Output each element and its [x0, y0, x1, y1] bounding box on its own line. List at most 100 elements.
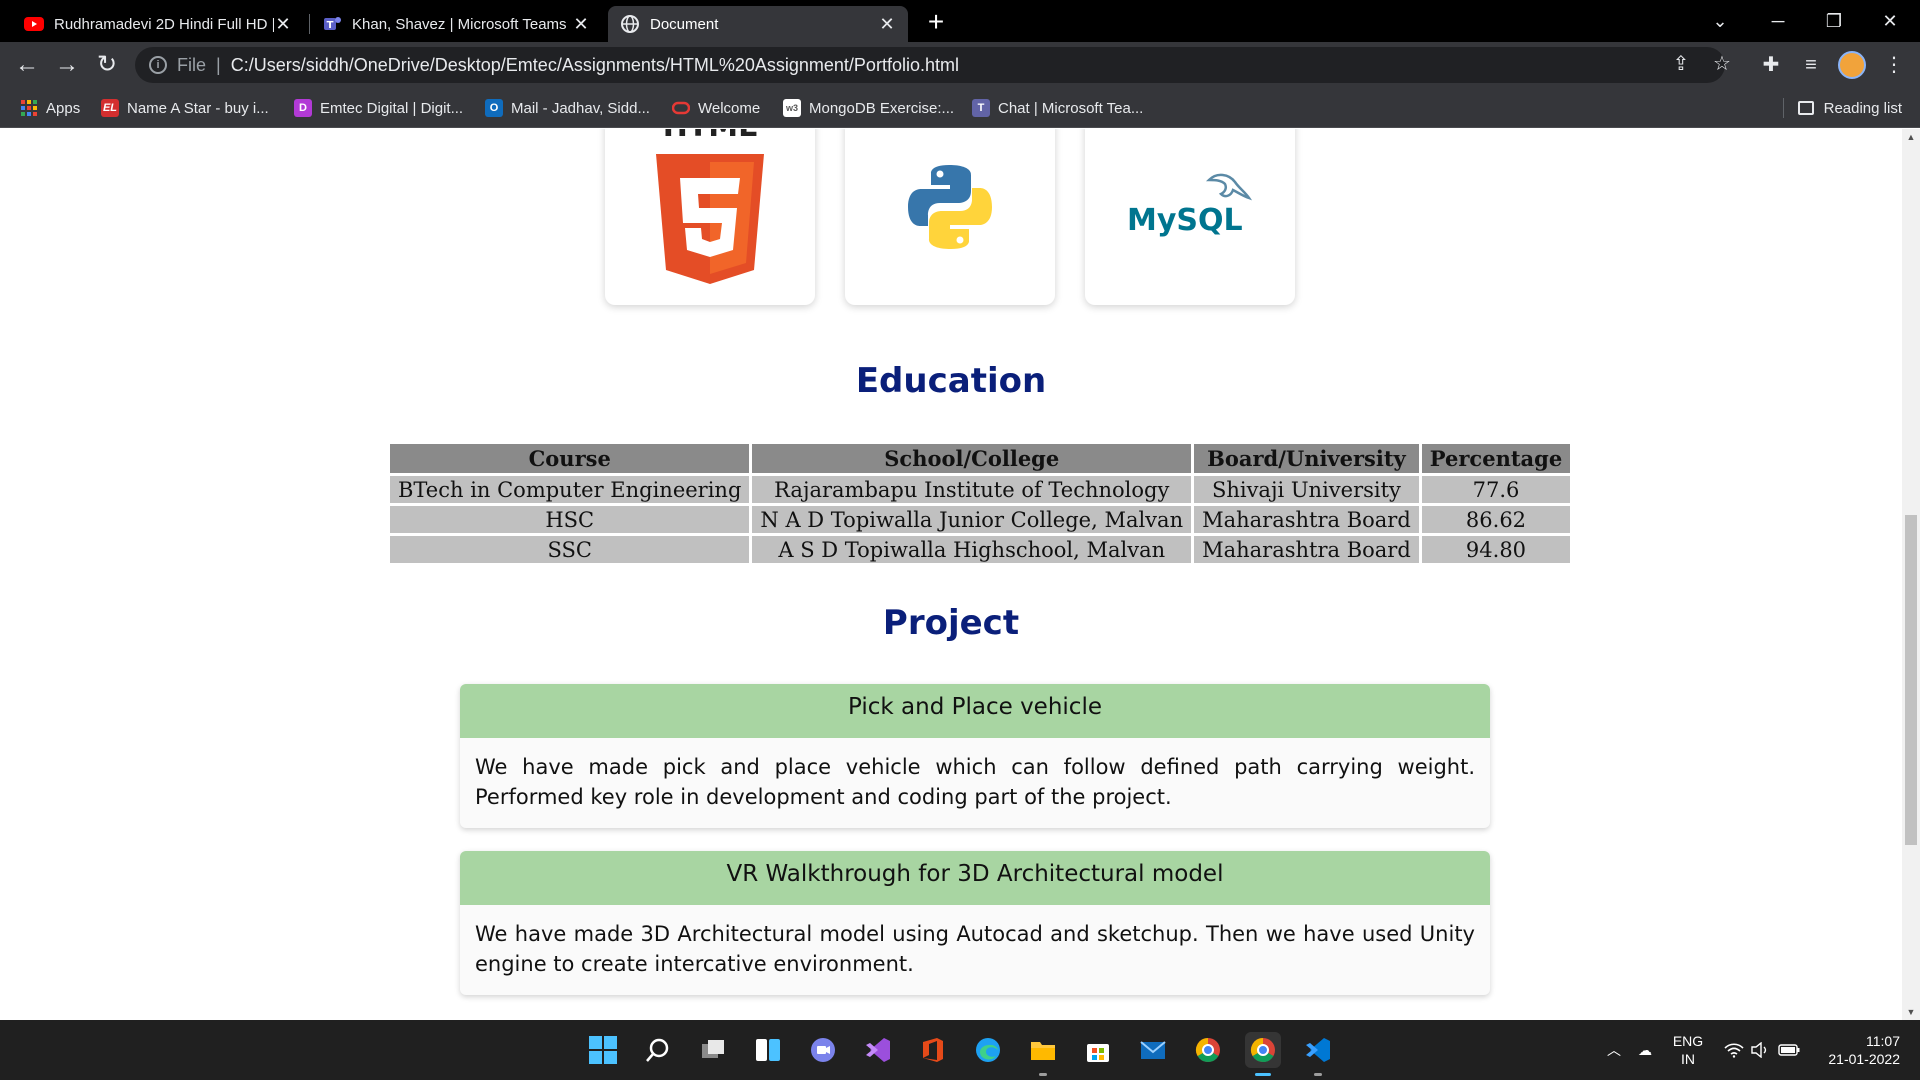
profile-avatar[interactable] — [1838, 51, 1866, 79]
volume-icon[interactable] — [1748, 1020, 1772, 1080]
emtec-icon: D — [294, 99, 312, 117]
table-cell: SSC — [390, 536, 750, 563]
language-region: IN — [1681, 1051, 1695, 1067]
tray-chevron-icon[interactable]: ︿ — [1602, 1020, 1626, 1080]
mail-icon[interactable] — [1135, 1032, 1171, 1068]
page-scrollbar[interactable]: ▲ ▼ — [1902, 129, 1920, 1020]
microsoft-store-icon[interactable] — [1080, 1032, 1116, 1068]
wifi-icon[interactable] — [1722, 1020, 1746, 1080]
battery-icon[interactable] — [1776, 1020, 1802, 1080]
table-row: BTech in Computer Engineering Rajarambap… — [390, 476, 1571, 503]
bookmark-star-icon[interactable]: ☆ — [1708, 50, 1736, 78]
education-table: Course School/College Board/University P… — [387, 441, 1573, 566]
el-icon: EL — [101, 99, 119, 117]
table-cell: Maharashtra Board — [1194, 536, 1419, 563]
info-icon[interactable]: i — [149, 56, 167, 74]
scroll-down-icon[interactable]: ▼ — [1906, 1007, 1916, 1017]
reload-icon[interactable]: ↻ — [90, 48, 124, 82]
back-icon[interactable]: ← — [10, 48, 44, 82]
office-icon[interactable] — [915, 1032, 951, 1068]
skill-card-mysql: MySQL — [1085, 129, 1295, 305]
scroll-up-icon[interactable]: ▲ — [1906, 132, 1916, 142]
teams-icon: T — [972, 99, 990, 117]
minimize-icon[interactable]: ─ — [1750, 0, 1806, 42]
scrollbar-thumb[interactable] — [1905, 515, 1917, 845]
close-tab-icon[interactable]: ✕ — [274, 14, 292, 35]
address-bar[interactable]: i File | C:/Users/siddh/OneDrive/Desktop… — [135, 47, 1725, 83]
close-window-icon[interactable]: ✕ — [1862, 0, 1918, 42]
skill-card-html: HTML — [605, 129, 815, 305]
bookmark-label: Welcome — [698, 99, 761, 117]
menu-kebab-icon[interactable]: ⋮ — [1879, 50, 1909, 80]
oracle-icon — [672, 99, 690, 117]
youtube-icon — [24, 14, 44, 34]
tab-youtube[interactable]: Rudhramadevi 2D Hindi Full HD | ✕ — [12, 6, 304, 42]
bookmark-welcome[interactable]: Welcome — [672, 96, 760, 120]
html5-logo: HTML — [656, 129, 764, 284]
windows-start-icon[interactable] — [585, 1032, 621, 1068]
url-text[interactable]: C:/Users/siddh/OneDrive/Desktop/Emtec/As… — [231, 55, 959, 76]
chrome-icon[interactable] — [1190, 1032, 1226, 1068]
table-cell: 94.80 — [1421, 536, 1571, 563]
tab-title: Rudhramadevi 2D Hindi Full HD | — [54, 15, 274, 33]
bookmark-label: Emtec Digital | Digit... — [320, 99, 464, 117]
tab-document[interactable]: Document ✕ — [608, 6, 908, 42]
table-cell: Shivaji University — [1194, 476, 1419, 503]
language-code: ENG — [1672, 1033, 1704, 1049]
reading-list-button[interactable]: Reading list — [1797, 96, 1902, 120]
table-cell: A S D Topiwalla Highschool, Malvan — [752, 536, 1192, 563]
table-header-row: Course School/College Board/University P… — [390, 444, 1571, 473]
tab-strip: Rudhramadevi 2D Hindi Full HD | ✕ T Khan… — [0, 0, 1920, 42]
edge-icon[interactable] — [970, 1032, 1006, 1068]
bookmark-teams-chat[interactable]: T Chat | Microsoft Tea... — [972, 96, 1143, 120]
system-clock[interactable]: 11:07 21-01-2022 — [1814, 1032, 1900, 1068]
share-icon[interactable]: ⇪ — [1667, 50, 1695, 78]
bookmarks-divider — [1783, 98, 1784, 118]
bookmark-mongodb[interactable]: w3 MongoDB Exercise:... — [783, 96, 954, 120]
teams-chat-icon[interactable] — [805, 1032, 841, 1068]
media-control-icon[interactable]: ≡ — [1796, 50, 1826, 80]
clock-time: 11:07 — [1866, 1033, 1900, 1049]
table-row: HSC N A D Topiwalla Junior College, Malv… — [390, 506, 1571, 533]
extensions-puzzle-icon[interactable]: ✚ — [1756, 50, 1786, 80]
project-title: VR Walkthrough for 3D Architectural mode… — [460, 851, 1490, 905]
bookmark-emtec[interactable]: D Emtec Digital | Digit... — [294, 96, 463, 120]
chrome-active-icon[interactable] — [1245, 1032, 1281, 1068]
outlook-icon: O — [485, 99, 503, 117]
language-indicator[interactable]: ENG IN — [1670, 1032, 1706, 1068]
visual-studio-icon[interactable] — [860, 1032, 896, 1068]
project-title: Pick and Place vehicle — [460, 684, 1490, 738]
task-view-icon[interactable] — [695, 1032, 731, 1068]
project-card: VR Walkthrough for 3D Architectural mode… — [460, 851, 1490, 995]
apps-grid-icon — [20, 99, 38, 117]
running-indicator — [1314, 1073, 1322, 1076]
column-header-percentage: Percentage — [1421, 444, 1571, 473]
close-tab-icon[interactable]: ✕ — [878, 14, 896, 35]
close-tab-icon[interactable]: ✕ — [572, 14, 590, 35]
reading-list-icon — [1797, 101, 1814, 115]
bookmarks-bar: Apps EL Name A Star - buy i... D Emtec D… — [0, 88, 1920, 128]
project-description: We have made pick and place vehicle whic… — [475, 755, 1475, 809]
table-cell: N A D Topiwalla Junior College, Malvan — [752, 506, 1192, 533]
svg-text:T: T — [327, 20, 334, 31]
new-tab-button[interactable]: + — [919, 6, 953, 40]
file-explorer-icon[interactable] — [1025, 1032, 1061, 1068]
page-viewport: HTML MySQL Education Course School/Colle… — [0, 129, 1902, 1020]
table-cell: 86.62 — [1421, 506, 1571, 533]
restore-icon[interactable]: ❐ — [1806, 0, 1862, 42]
bookmark-name-a-star[interactable]: EL Name A Star - buy i... — [101, 96, 269, 120]
column-header-school: School/College — [752, 444, 1192, 473]
onedrive-cloud-icon[interactable]: ☁ — [1630, 1020, 1660, 1080]
clock-date: 21-01-2022 — [1828, 1051, 1900, 1067]
bookmark-label: Mail - Jadhav, Sidd... — [511, 99, 650, 117]
search-icon[interactable] — [640, 1032, 676, 1068]
widgets-icon[interactable] — [750, 1032, 786, 1068]
project-card: Pick and Place vehicle We have made pick… — [460, 684, 1490, 828]
bookmark-mail[interactable]: O Mail - Jadhav, Sidd... — [485, 96, 650, 120]
table-cell: 77.6 — [1421, 476, 1571, 503]
tab-teams[interactable]: T Khan, Shavez | Microsoft Teams ✕ — [310, 6, 602, 42]
bookmark-apps[interactable]: Apps — [20, 96, 80, 120]
vscode-icon[interactable] — [1300, 1032, 1336, 1068]
tab-search-icon[interactable]: ⌄ — [1692, 0, 1748, 42]
forward-icon[interactable]: → — [50, 48, 84, 82]
